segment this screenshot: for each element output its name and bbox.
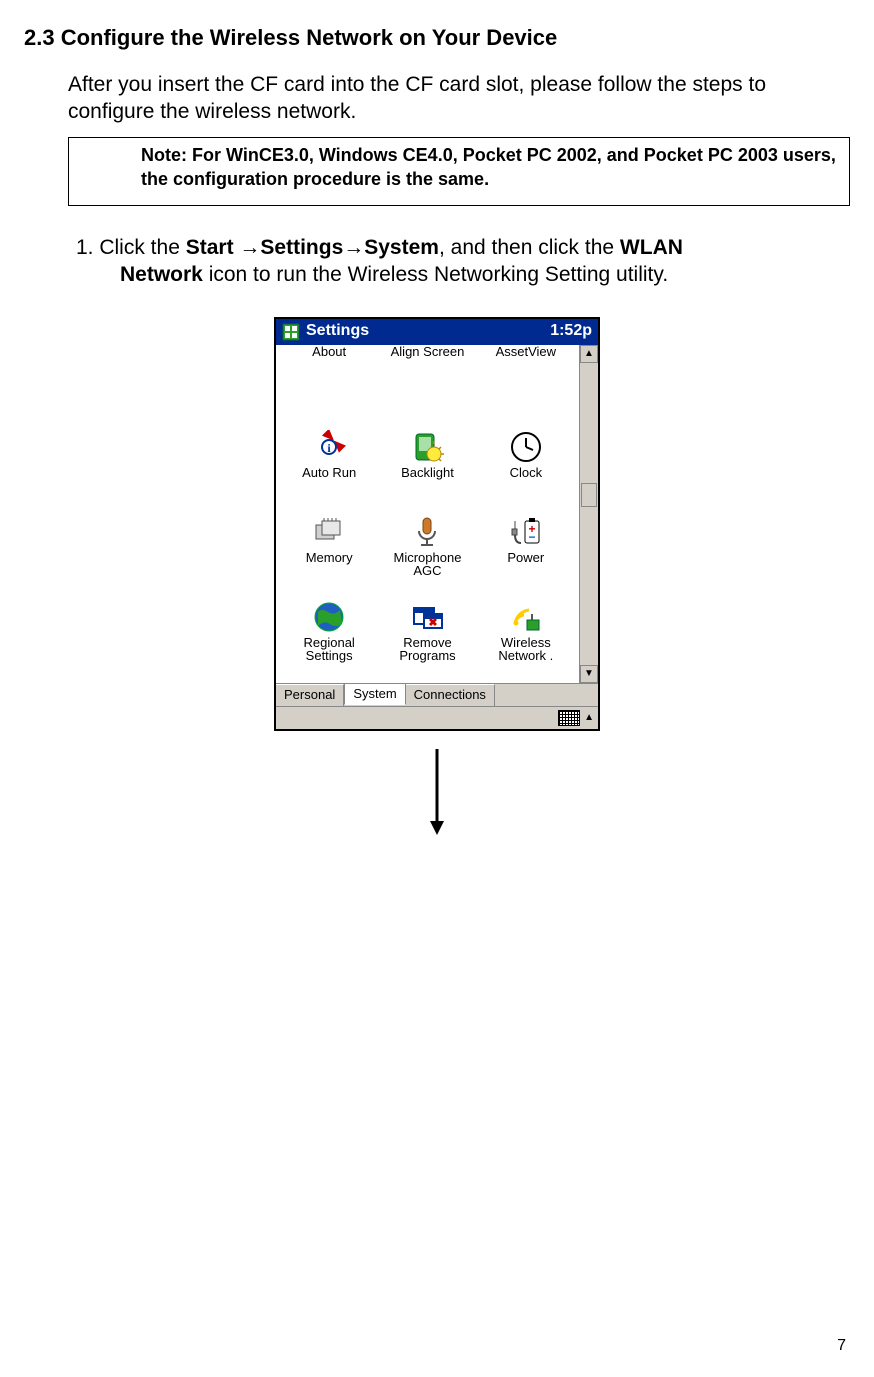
scroll-thumb[interactable] [581, 483, 597, 507]
settings-icon-wireless-network-[interactable]: Wireless Network . [477, 600, 575, 683]
clock-text: 1:52p [550, 321, 592, 342]
icon-label: Align Screen [391, 345, 465, 359]
settings-icon-memory[interactable]: Memory [280, 515, 378, 598]
icon-label: Power [507, 551, 544, 565]
settings-window: Settings 1:52p About Align Screen AssetVie… [274, 317, 600, 731]
scroll-up-button[interactable]: ▲ [580, 345, 598, 363]
title-bar: Settings 1:52p [276, 319, 598, 345]
sip-up-icon[interactable]: ▲ [584, 711, 594, 724]
scroll-down-button[interactable]: ▼ [580, 665, 598, 683]
icon-label: About [312, 345, 346, 359]
settings-icon-about[interactable]: About [280, 345, 378, 428]
power-icon: +− [509, 515, 543, 549]
step-bold-start: Start [186, 236, 240, 259]
settings-icon-power[interactable]: +− Power [477, 515, 575, 598]
tab-personal[interactable]: Personal [276, 684, 344, 706]
step-text: icon to run the Wireless Networking Sett… [203, 263, 668, 286]
mic-icon [410, 515, 444, 549]
scroll-track[interactable] [580, 363, 598, 665]
globe-icon [312, 600, 346, 634]
keyboard-icon[interactable] [558, 710, 580, 726]
memory-icon [312, 515, 346, 549]
intro-paragraph: After you insert the CF card into the CF… [68, 71, 850, 126]
settings-icon-remove-programs[interactable]: ✖ Remove Programs [378, 600, 476, 683]
settings-icon-regional-settings[interactable]: Regional Settings [280, 600, 378, 683]
step-text: , and then click the [439, 236, 620, 259]
content-area: About Align Screen AssetView i Auto Run Backl… [276, 345, 598, 683]
down-arrow-icon [428, 749, 446, 842]
icon-label: AssetView [496, 345, 556, 359]
scrollbar[interactable]: ▲ ▼ [579, 345, 598, 683]
icon-label: Auto Run [302, 466, 356, 480]
wifi-icon [509, 600, 543, 634]
icon-grid: About Align Screen AssetView i Auto Run Backl… [276, 345, 579, 683]
step-bold-network: Network [120, 263, 203, 286]
clock-icon [509, 430, 543, 464]
icon-label: Microphone AGC [394, 551, 462, 578]
step-1: 1. Click the Start →Settings→System, and… [98, 234, 850, 289]
tab-connections[interactable]: Connections [406, 684, 495, 706]
settings-icon-backlight[interactable]: Backlight [378, 430, 476, 513]
bottom-bar: ▲ [276, 706, 598, 729]
window-title: Settings [306, 321, 369, 342]
settings-icon-align-screen[interactable]: Align Screen [378, 345, 476, 428]
autorun-icon: i [312, 430, 346, 464]
step-bold-wlan: WLAN [620, 236, 683, 259]
settings-icon [282, 323, 300, 341]
page-number: 7 [837, 1336, 846, 1357]
tab-system[interactable]: System [344, 683, 405, 705]
icon-label: Clock [510, 466, 543, 480]
icon-label: Regional Settings [304, 636, 355, 663]
icon-label: Backlight [401, 466, 454, 480]
screenshot-container: Settings 1:52p About Align Screen AssetVie… [24, 317, 850, 852]
icon-label: Remove Programs [399, 636, 455, 663]
step-bold-settings: Settings [260, 236, 343, 259]
section-heading: 2.3 Configure the Wireless Network on Yo… [24, 24, 850, 53]
arrow-icon: → [343, 236, 364, 259]
settings-icon-auto-run[interactable]: i Auto Run [280, 430, 378, 513]
backlight-icon [410, 430, 444, 464]
settings-icon-clock[interactable]: Clock [477, 430, 575, 513]
icon-label: Memory [306, 551, 353, 565]
tab-row: PersonalSystemConnections [276, 683, 598, 706]
remove-icon: ✖ [410, 600, 444, 634]
note-box: Note: For WinCE3.0, Windows CE4.0, Pocke… [68, 137, 850, 206]
step-bold-system: System [364, 236, 439, 259]
svg-text:✖: ✖ [429, 617, 438, 629]
icon-label: Wireless Network . [498, 636, 553, 663]
step-text: 1. Click the [76, 236, 186, 259]
settings-icon-assetview[interactable]: AssetView [477, 345, 575, 428]
arrow-icon: → [239, 236, 260, 259]
svg-text:−: − [528, 530, 535, 544]
settings-icon-microphone-agc[interactable]: Microphone AGC [378, 515, 476, 598]
